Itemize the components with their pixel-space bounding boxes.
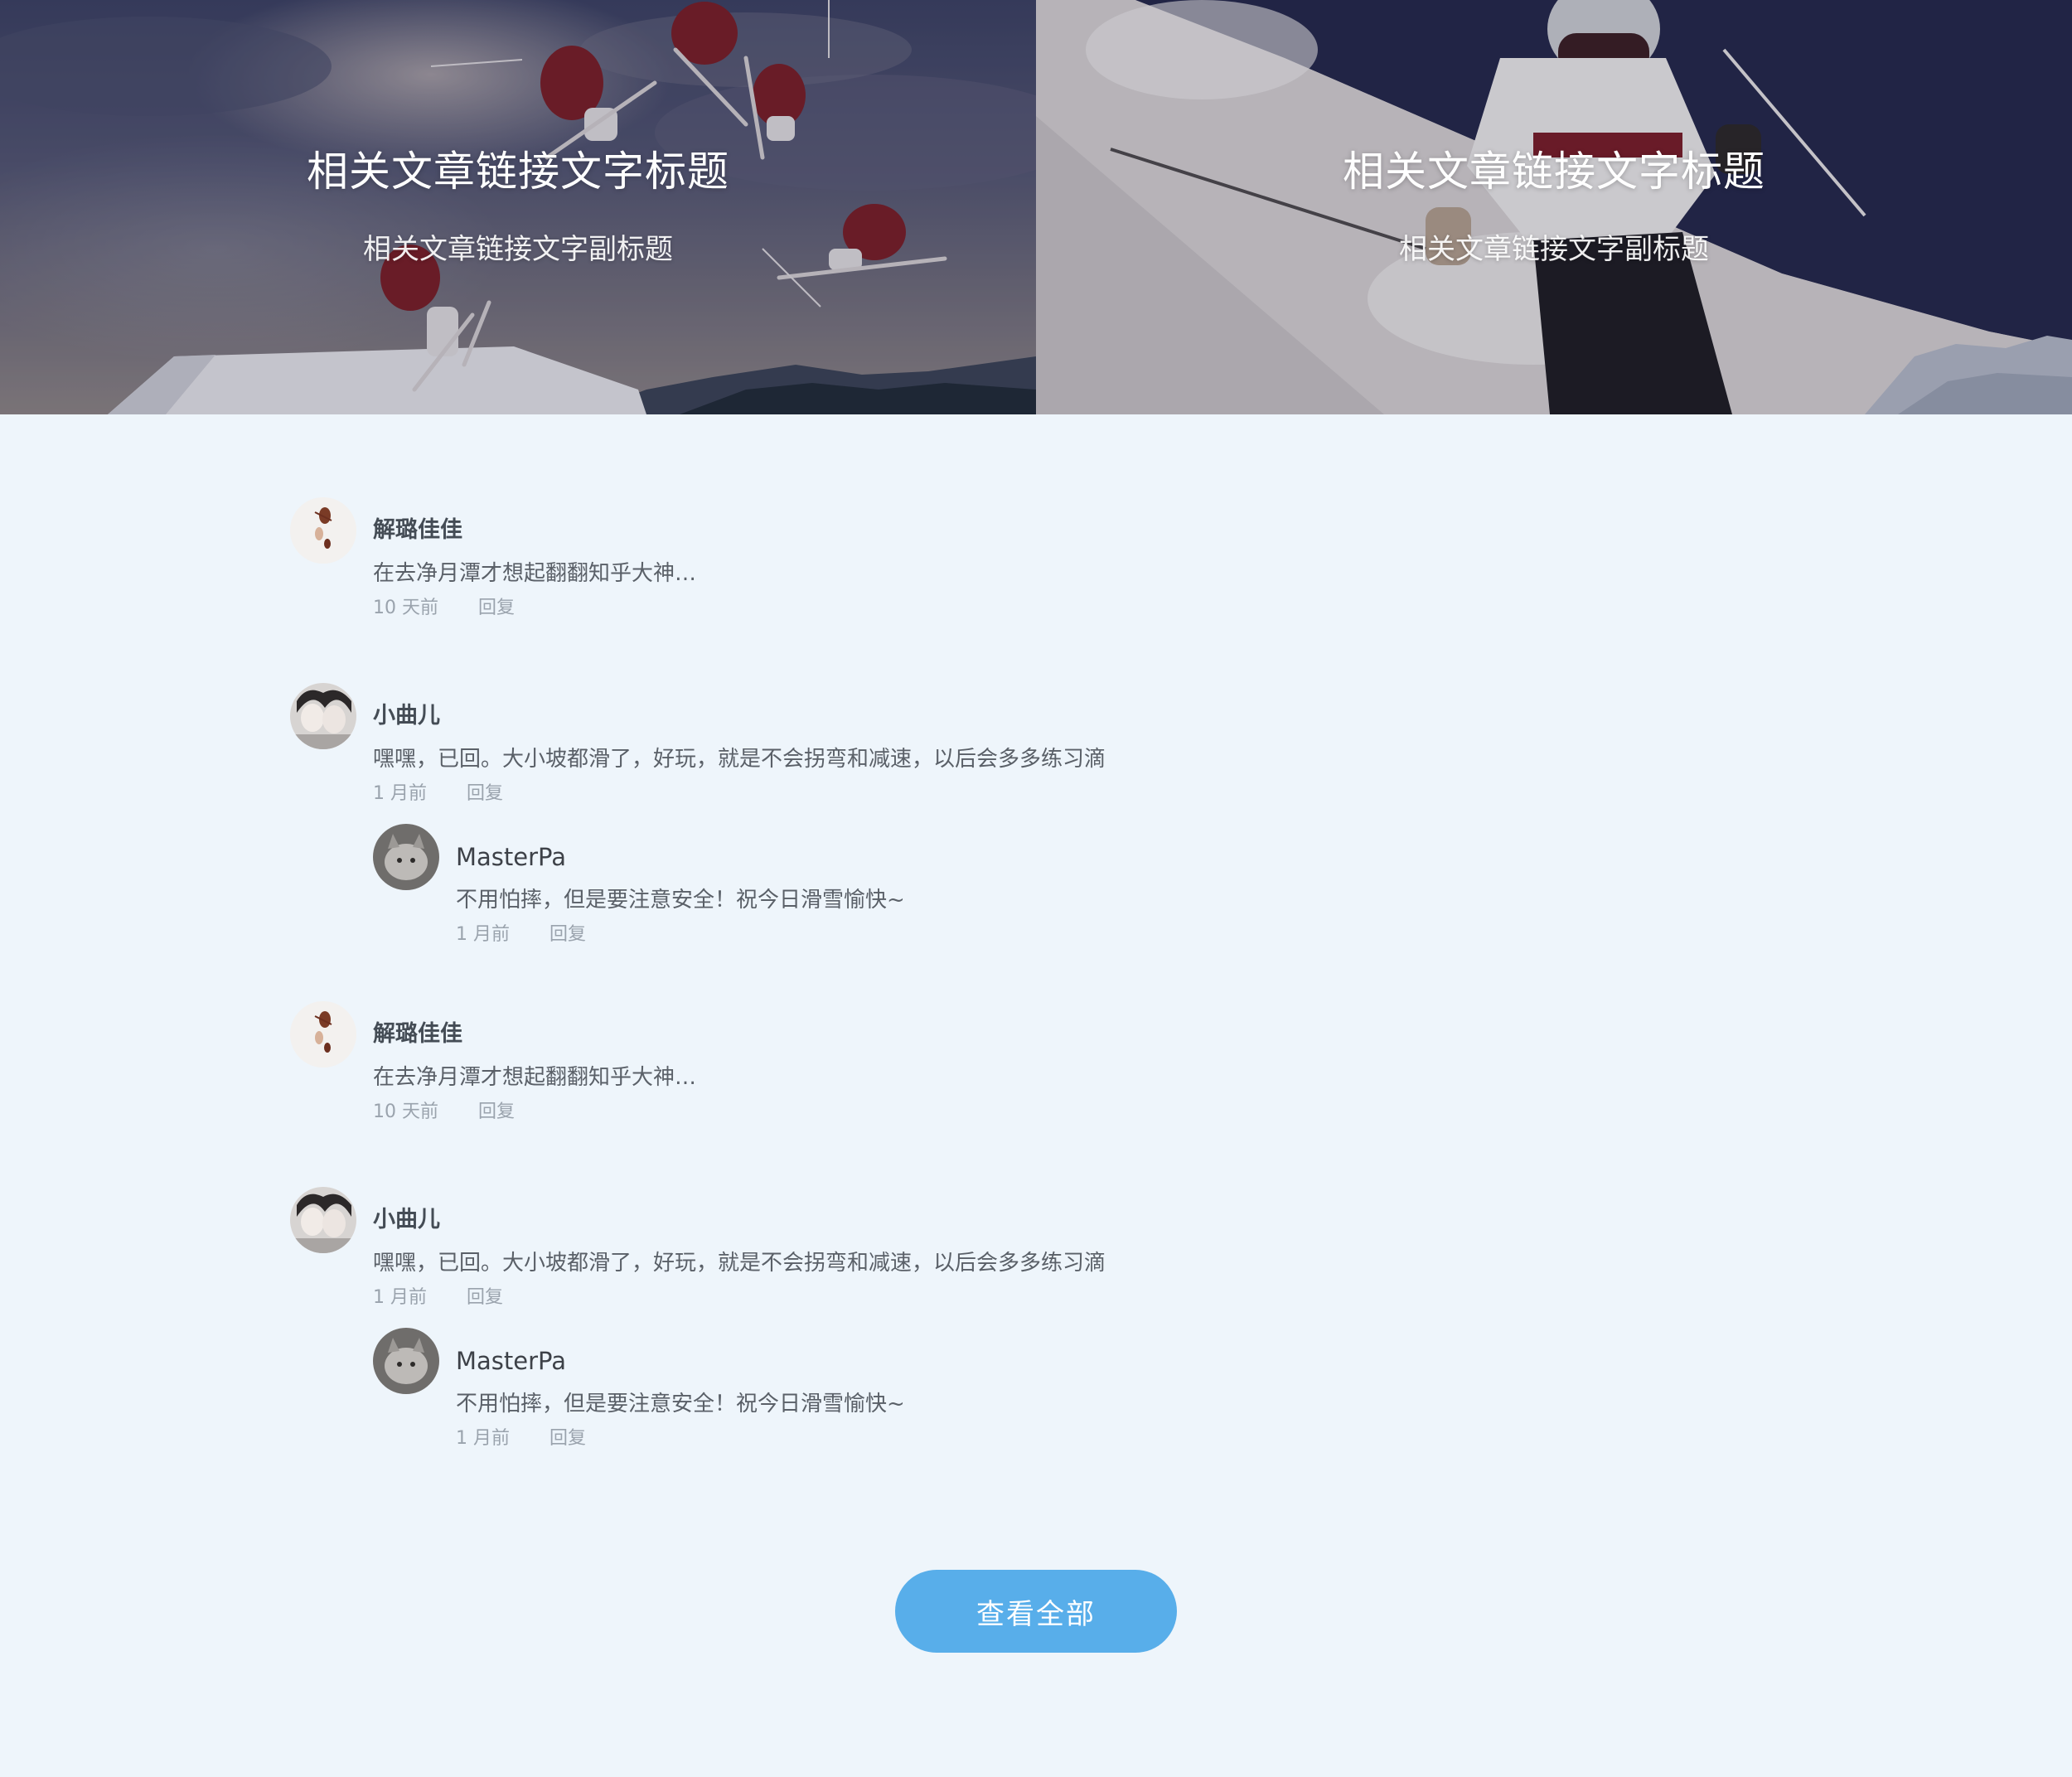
commenter-name[interactable]: 小曲儿 <box>373 1187 1782 1235</box>
cat-photo-avatar-icon <box>373 824 439 890</box>
card-overlay <box>1036 0 2072 414</box>
comment-item: 小曲儿 嘿嘿，已回。大小坡都滑了，好玩，就是不会拐弯和减速，以后会多多练习滴 1… <box>290 1187 1782 1452</box>
comment-time: 10 天前 <box>373 598 438 618</box>
page: 相关文章链接文字标题 相关文章链接文字副标题 相关文章链接文字标题 相关文章链接… <box>0 0 2072 1777</box>
girls-photo-avatar-icon <box>290 683 356 749</box>
reply-time: 1 月前 <box>456 1428 510 1449</box>
article-subtitle: 相关文章链接文字副标题 <box>1399 233 1709 266</box>
article-subtitle: 相关文章链接文字副标题 <box>363 233 673 266</box>
article-card-1[interactable]: 相关文章链接文字标题 相关文章链接文字副标题 <box>0 0 1036 414</box>
reply-time: 1 月前 <box>456 924 510 945</box>
comment-list: 解璐佳佳 在去净月潭才想起翻翻知乎大神… 10 天前 回复 小曲儿 嘿嘿，已回。… <box>290 497 1782 1452</box>
reply-link[interactable]: 回复 <box>549 1426 586 1452</box>
article-title[interactable]: 相关文章链接文字标题 <box>1036 143 2072 201</box>
avatar[interactable] <box>290 497 356 564</box>
card-overlay <box>0 0 1036 414</box>
reply-link[interactable]: 回复 <box>478 1099 515 1126</box>
comment-meta: 10 天前 回复 <box>373 595 1782 622</box>
comment-item: 解璐佳佳 在去净月潭才想起翻翻知乎大神… 10 天前 回复 <box>290 1001 1782 1134</box>
figurine-avatar-icon <box>290 1001 356 1068</box>
avatar[interactable] <box>373 1328 439 1394</box>
commenter-name[interactable]: 小曲儿 <box>373 683 1782 731</box>
comment-item: 解璐佳佳 在去净月潭才想起翻翻知乎大神… 10 天前 回复 <box>290 497 1782 630</box>
comment-text: 在去净月潭才想起翻翻知乎大神… <box>373 1065 697 1090</box>
article-title[interactable]: 相关文章链接文字标题 <box>0 143 1036 201</box>
comment-time: 10 天前 <box>373 1102 438 1122</box>
reply-link[interactable]: 回复 <box>549 922 586 948</box>
reply-meta: 1 月前 回复 <box>456 922 1782 948</box>
comment-text: 嘿嘿，已回。大小坡都滑了，好玩，就是不会拐弯和减速，以后会多多练习滴 <box>373 1251 1106 1276</box>
comment-text: 在去净月潭才想起翻翻知乎大神… <box>373 561 697 586</box>
comment-item: 小曲儿 嘿嘿，已回。大小坡都滑了，好玩，就是不会拐弯和减速，以后会多多练习滴 1… <box>290 683 1782 948</box>
reply-link[interactable]: 回复 <box>467 781 503 807</box>
cat-photo-avatar-icon <box>373 1328 439 1394</box>
comment-meta: 10 天前 回复 <box>373 1099 1782 1126</box>
reply-meta: 1 月前 回复 <box>456 1426 1782 1452</box>
view-all-button[interactable]: 查看全部 <box>895 1570 1177 1653</box>
reply-author-name[interactable]: MasterPa <box>456 1328 1782 1376</box>
avatar[interactable] <box>290 1001 356 1068</box>
article-card-2[interactable]: 相关文章链接文字标题 相关文章链接文字副标题 <box>1036 0 2072 414</box>
comment-text: 嘿嘿，已回。大小坡都滑了，好玩，就是不会拐弯和减速，以后会多多练习滴 <box>373 747 1106 772</box>
figurine-avatar-icon <box>290 497 356 564</box>
avatar[interactable] <box>290 683 356 749</box>
avatar[interactable] <box>373 824 439 890</box>
commenter-name[interactable]: 解璐佳佳 <box>373 1001 1782 1049</box>
nested-reply: MasterPa 不用怕摔，但是要注意安全！祝今日滑雪愉快~ 1 月前 回复 <box>373 824 1782 948</box>
avatar[interactable] <box>290 1187 356 1253</box>
comment-time: 1 月前 <box>373 1287 427 1308</box>
girls-photo-avatar-icon <box>290 1187 356 1253</box>
comment-time: 1 月前 <box>373 783 427 804</box>
reply-link[interactable]: 回复 <box>467 1285 503 1311</box>
reply-link[interactable]: 回复 <box>478 595 515 622</box>
related-articles-banner: 相关文章链接文字标题 相关文章链接文字副标题 相关文章链接文字标题 相关文章链接… <box>0 0 2072 414</box>
reply-text: 不用怕摔，但是要注意安全！祝今日滑雪愉快~ <box>456 1392 905 1416</box>
comment-meta: 1 月前 回复 <box>373 1285 1782 1311</box>
reply-author-name[interactable]: MasterPa <box>456 824 1782 872</box>
comment-meta: 1 月前 回复 <box>373 781 1782 807</box>
nested-reply: MasterPa 不用怕摔，但是要注意安全！祝今日滑雪愉快~ 1 月前 回复 <box>373 1328 1782 1452</box>
reply-text: 不用怕摔，但是要注意安全！祝今日滑雪愉快~ <box>456 888 905 913</box>
commenter-name[interactable]: 解璐佳佳 <box>373 497 1782 545</box>
